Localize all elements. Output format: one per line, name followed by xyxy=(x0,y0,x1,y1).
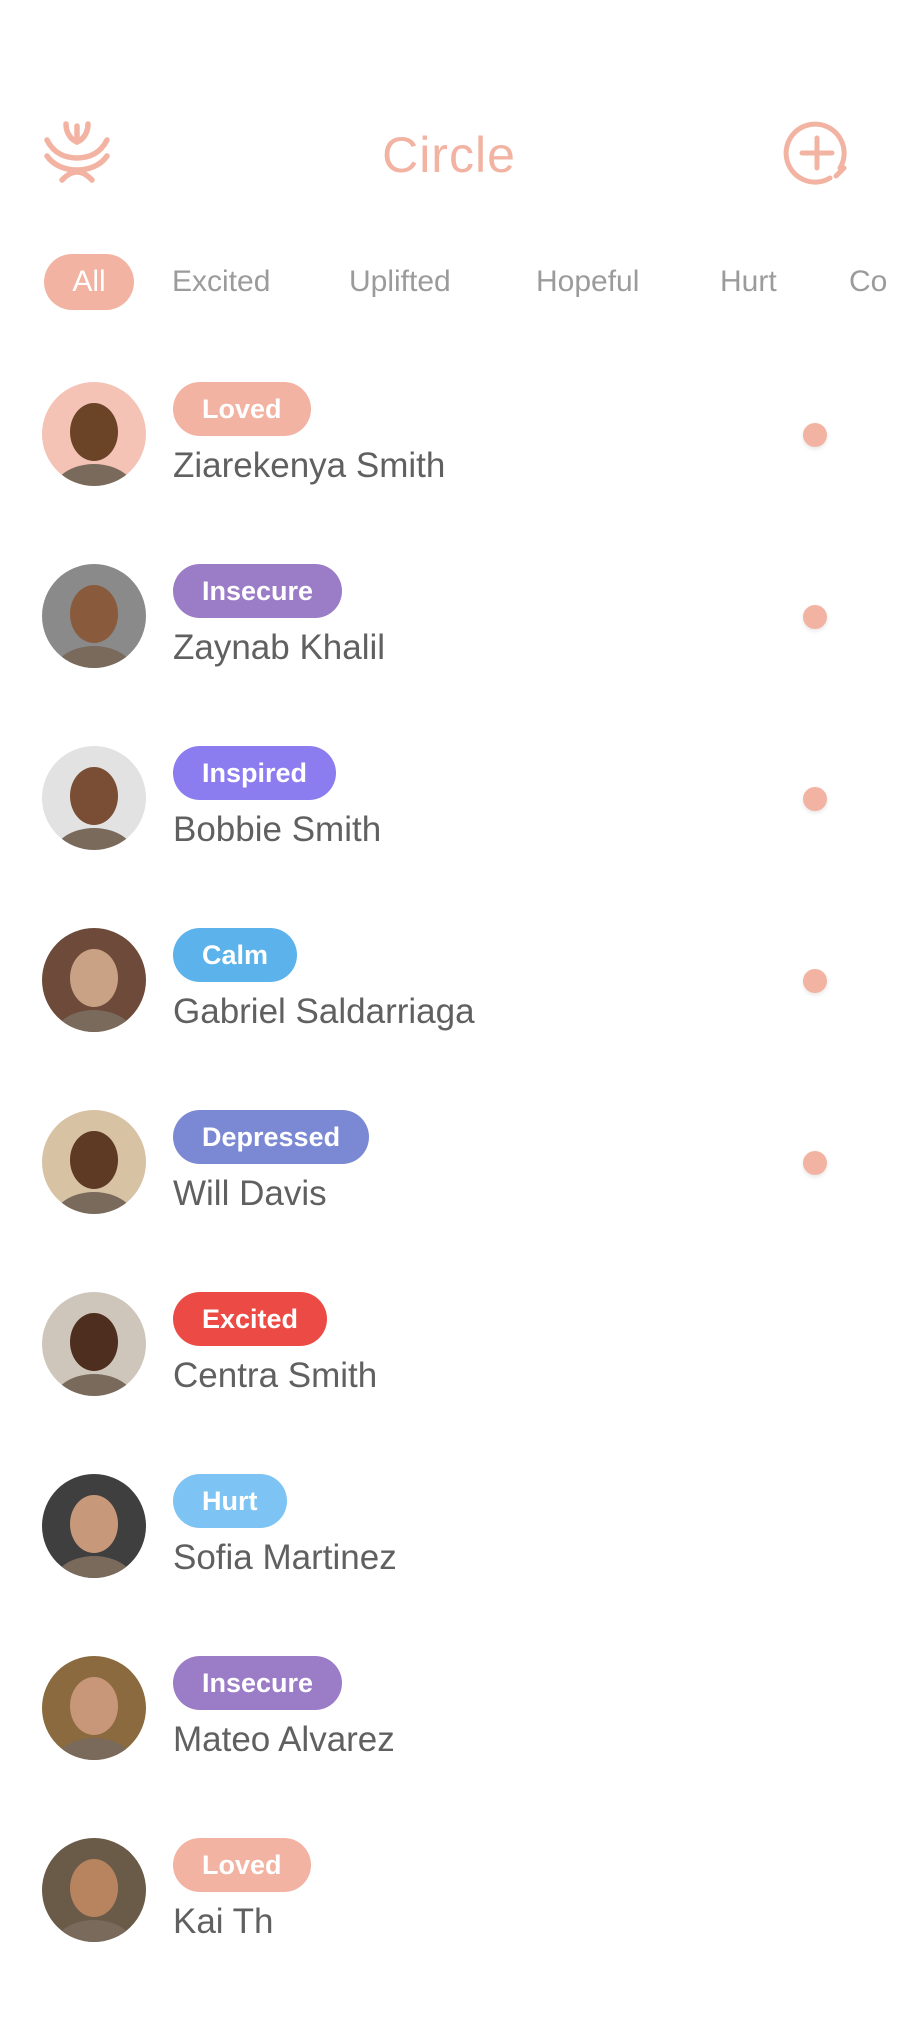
contact-list: Loved Ziarekenya Smith Insecure Zaynab K… xyxy=(0,380,898,2018)
filter-chip-all[interactable]: All xyxy=(44,254,134,310)
person-photo-icon xyxy=(42,746,146,850)
mood-badge: Loved xyxy=(173,1838,311,1892)
filter-chip-uplifted[interactable]: Uplifted xyxy=(349,254,451,310)
contact-row[interactable]: Insecure Zaynab Khalil xyxy=(0,562,898,744)
mood-badge: Calm xyxy=(173,928,298,982)
contact-name: Will Davis xyxy=(173,1174,327,1213)
contact-row[interactable]: Excited Centra Smith xyxy=(0,1290,898,1472)
contact-name: Sofia Martinez xyxy=(173,1538,397,1577)
avatar xyxy=(42,1292,146,1396)
app-header: Circle xyxy=(0,0,898,240)
contact-row[interactable]: Hurt Sofia Martinez xyxy=(0,1472,898,1654)
contact-name: Gabriel Saldarriaga xyxy=(173,992,475,1031)
person-photo-icon xyxy=(42,1110,146,1214)
contact-name: Kai Th xyxy=(173,1902,274,1941)
unread-indicator xyxy=(803,1151,827,1175)
person-photo-icon xyxy=(42,928,146,1032)
contact-name: Bobbie Smith xyxy=(173,810,382,849)
page-title: Circle xyxy=(382,127,516,183)
unread-indicator xyxy=(803,605,827,629)
contact-row[interactable]: Loved Ziarekenya Smith xyxy=(0,380,898,562)
mood-badge: Loved xyxy=(173,382,311,436)
unread-indicator xyxy=(803,787,827,811)
mood-badge: Insecure xyxy=(173,564,343,618)
contact-name: Ziarekenya Smith xyxy=(173,446,446,485)
mood-badge: Depressed xyxy=(173,1110,370,1164)
contact-row[interactable]: Loved Kai Th xyxy=(0,1836,898,2018)
contact-row[interactable]: Inspired Bobbie Smith xyxy=(0,744,898,926)
person-photo-icon xyxy=(42,1474,146,1578)
avatar xyxy=(42,746,146,850)
person-photo-icon xyxy=(42,1656,146,1760)
filter-chip-hurt[interactable]: Hurt xyxy=(720,254,777,310)
mood-badge: Inspired xyxy=(173,746,337,800)
mood-badge: Excited xyxy=(173,1292,328,1346)
mood-badge: Hurt xyxy=(173,1474,287,1528)
person-photo-icon xyxy=(42,382,146,486)
avatar xyxy=(42,382,146,486)
person-photo-icon xyxy=(42,1838,146,1942)
contact-name: Zaynab Khalil xyxy=(173,628,386,667)
contact-name: Centra Smith xyxy=(173,1356,378,1395)
filter-chip-partial[interactable]: Co xyxy=(849,254,887,310)
mood-badge: Insecure xyxy=(173,1656,343,1710)
contact-row[interactable]: Depressed Will Davis xyxy=(0,1108,898,1290)
person-photo-icon xyxy=(42,1292,146,1396)
contact-row[interactable]: Insecure Mateo Alvarez xyxy=(0,1654,898,1836)
contact-name: Mateo Alvarez xyxy=(173,1720,395,1759)
mood-filter-bar: All Excited Uplifted Hopeful Hurt Co xyxy=(0,254,898,310)
unread-indicator xyxy=(803,969,827,993)
person-photo-icon xyxy=(42,564,146,668)
contact-row[interactable]: Calm Gabriel Saldarriaga xyxy=(0,926,898,1108)
avatar xyxy=(42,564,146,668)
avatar xyxy=(42,928,146,1032)
avatar xyxy=(42,1656,146,1760)
avatar xyxy=(42,1838,146,1942)
unread-indicator xyxy=(803,423,827,447)
filter-chip-hopeful[interactable]: Hopeful xyxy=(536,254,639,310)
filter-chip-excited[interactable]: Excited xyxy=(172,254,270,310)
avatar xyxy=(42,1110,146,1214)
avatar xyxy=(42,1474,146,1578)
add-circle-icon[interactable] xyxy=(782,118,852,188)
